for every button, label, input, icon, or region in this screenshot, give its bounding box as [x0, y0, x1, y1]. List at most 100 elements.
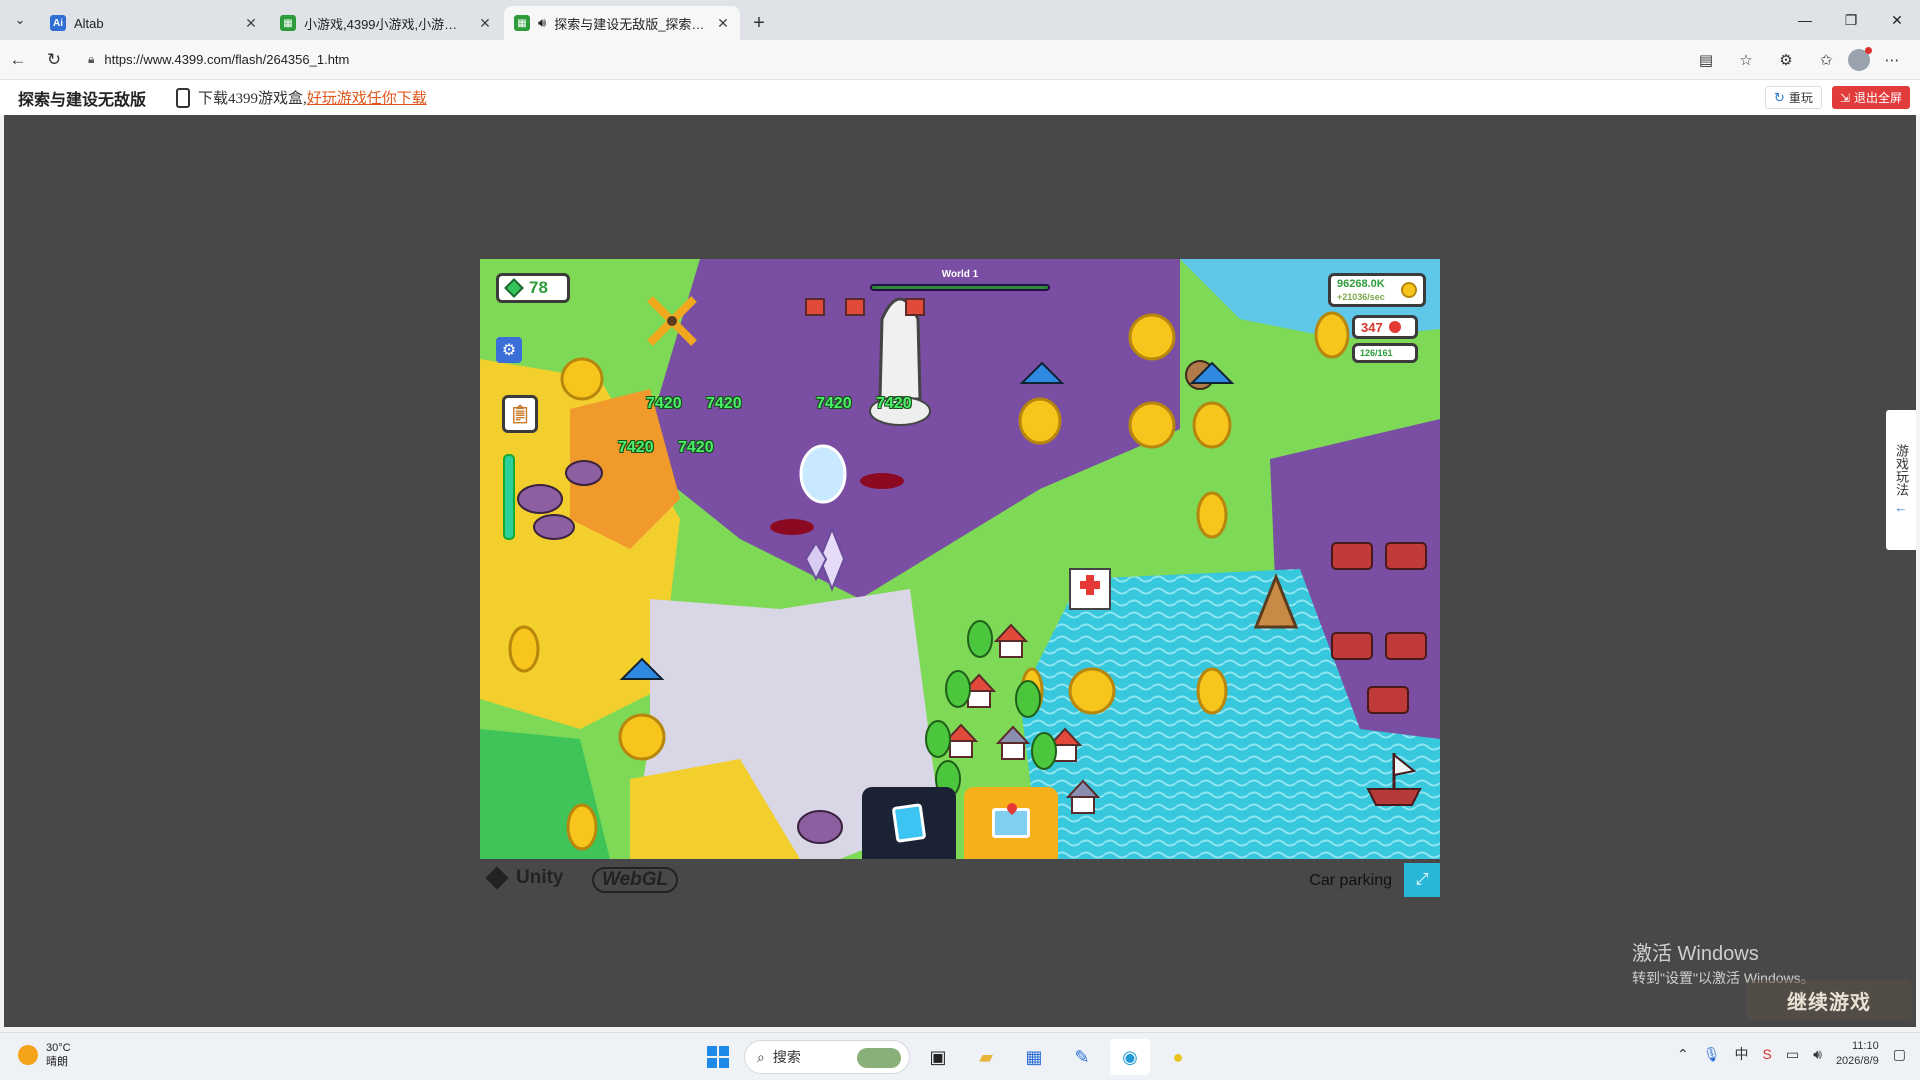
- gold-coin-icon[interactable]: [1192, 401, 1232, 449]
- dinosaur-icon[interactable]: [565, 460, 603, 486]
- extensions-icon[interactable]: ⚙︎: [1768, 44, 1804, 76]
- dinosaur-icon[interactable]: [517, 484, 563, 514]
- population-count: 126/161: [1360, 348, 1393, 358]
- gold-coin-icon[interactable]: [1196, 667, 1228, 715]
- start-windows-icon[interactable]: [700, 1039, 736, 1075]
- gold-coin-icon[interactable]: [508, 625, 540, 673]
- ime-icon[interactable]: 中: [1735, 1044, 1749, 1064]
- volume-icon[interactable]: 🔊︎: [1813, 1046, 1822, 1063]
- close-icon[interactable]: ✕: [716, 15, 730, 32]
- file-explorer-icon[interactable]: ▰: [966, 1039, 1006, 1075]
- search-icon: ⌕: [757, 1048, 765, 1065]
- notification-icon[interactable]: ▢: [1893, 1046, 1906, 1063]
- clock-time: 11:10: [1852, 1040, 1879, 1052]
- favorite-star-icon[interactable]: ☆: [1728, 44, 1764, 76]
- gold-counter[interactable]: 96268.0K +21036/sec: [1328, 273, 1426, 307]
- hospital-icon[interactable]: [1069, 568, 1111, 610]
- promo-download-link[interactable]: 好玩游戏任你下载: [307, 87, 427, 108]
- microphone-icon[interactable]: 🎙︎: [1703, 1046, 1721, 1063]
- restore-icon[interactable]: ❐: [1828, 0, 1874, 40]
- edge-browser-icon[interactable]: ◉: [1110, 1039, 1150, 1075]
- continue-game-button[interactable]: 继续游戏: [1746, 980, 1912, 1020]
- glow-crystal-icon[interactable]: [799, 444, 847, 504]
- cards-button[interactable]: [862, 787, 956, 859]
- portal-icon[interactable]: [860, 473, 904, 489]
- restart-button[interactable]: ↻ 重玩: [1765, 86, 1822, 109]
- url-field[interactable]: 🔒︎ https://www.4399.com/flash/264356_1.h…: [78, 45, 1678, 75]
- address-bar: ← ↻ 🔒︎ https://www.4399.com/flash/264356…: [0, 40, 1920, 80]
- settings-gear-icon[interactable]: ⚙: [496, 337, 522, 363]
- gem-counter[interactable]: 78: [496, 273, 570, 303]
- gold-coin-icon[interactable]: [1018, 397, 1062, 445]
- mine-cart-icon[interactable]: [1367, 686, 1409, 714]
- task-view-icon[interactable]: ▣: [918, 1039, 958, 1075]
- watermark-title: 激活 Windows: [1632, 943, 1759, 965]
- whiteboard-icon[interactable]: ✎: [1062, 1039, 1102, 1075]
- game-help-tab[interactable]: 游戏玩法 ←: [1886, 410, 1916, 550]
- game-stage: 78 ⚙ 📋︎ World 1 96268.0K +21036/sec 347 …: [4, 115, 1916, 1027]
- favorites-bar-icon[interactable]: ✩: [1808, 44, 1844, 76]
- tab-altab[interactable]: Ai Altab ✕: [40, 6, 268, 40]
- 4399-favicon-icon: ▦: [514, 15, 530, 31]
- gold-coin-icon[interactable]: [618, 713, 666, 761]
- mine-cart-icon[interactable]: [1385, 542, 1427, 570]
- gold-coin-icon[interactable]: [1314, 311, 1350, 359]
- close-icon[interactable]: ✕: [244, 15, 258, 32]
- map-button[interactable]: [964, 787, 1058, 859]
- close-icon[interactable]: ✕: [478, 15, 492, 32]
- network-icon[interactable]: ▭: [1786, 1046, 1799, 1063]
- game-canvas[interactable]: 78 ⚙ 📋︎ World 1 96268.0K +21036/sec 347 …: [480, 259, 1440, 859]
- exit-fullscreen-button[interactable]: ⇲ 退出全屏: [1831, 86, 1910, 109]
- new-tab-plus-icon[interactable]: +: [742, 6, 776, 40]
- world-progress-bar: [870, 284, 1050, 291]
- page-title: 探索与建设无敌版: [18, 91, 147, 109]
- store-icon[interactable]: ▦: [1014, 1039, 1054, 1075]
- webgl-logo: WebGL: [592, 867, 679, 893]
- fullscreen-expand-icon[interactable]: ⤢: [1404, 863, 1440, 897]
- dinosaur-icon[interactable]: [797, 810, 843, 844]
- reading-view-icon[interactable]: ▤: [1688, 44, 1724, 76]
- mine-cart-icon[interactable]: [1331, 632, 1373, 660]
- gold-coin-icon[interactable]: [1128, 401, 1176, 449]
- tab-game[interactable]: ▦ 🔊︎ 探索与建设无敌版_探索与建 ✕: [504, 6, 740, 40]
- chevron-up-icon[interactable]: ⌃: [1677, 1046, 1689, 1063]
- tab-actions-chevron-icon[interactable]: ⌄: [0, 0, 40, 40]
- lock-icon[interactable]: 🔒︎: [88, 52, 94, 67]
- gold-coin-icon[interactable]: [1196, 491, 1228, 539]
- taskbar-search[interactable]: ⌕ 搜索: [744, 1040, 910, 1074]
- gold-coin-icon[interactable]: [566, 803, 598, 851]
- game-footer-title: Car parking: [1309, 872, 1392, 889]
- minimize-icon[interactable]: —: [1782, 0, 1828, 40]
- map-icon: [992, 808, 1030, 838]
- floating-income-value: 7420: [816, 395, 852, 412]
- dinosaur-icon[interactable]: [533, 514, 575, 540]
- weather-desc: 晴朗: [46, 1056, 68, 1068]
- tab-4399-home[interactable]: ▦ 小游戏,4399小游戏,小游戏大全,双 ✕: [270, 6, 502, 40]
- mine-cart-icon[interactable]: [1331, 542, 1373, 570]
- gold-coin-icon[interactable]: [1068, 667, 1116, 715]
- floating-income-value: 7420: [876, 395, 912, 412]
- portal-icon[interactable]: [770, 519, 814, 535]
- gold-coin-icon[interactable]: [560, 357, 604, 401]
- tab-title: Altab: [74, 15, 104, 31]
- close-window-icon[interactable]: ✕: [1874, 0, 1920, 40]
- profile-avatar[interactable]: [1848, 46, 1872, 71]
- world-label: World 1: [941, 269, 979, 280]
- floating-income-value: 7420: [706, 395, 742, 412]
- refresh-icon[interactable]: ↻: [36, 44, 72, 76]
- clock[interactable]: 11:10 2026/8/9: [1836, 1039, 1879, 1069]
- more-menu-icon[interactable]: ⋯: [1874, 44, 1910, 76]
- unity-logo: Unity: [485, 866, 564, 890]
- quest-clipboard-icon[interactable]: 📋︎: [502, 395, 538, 433]
- population-counter[interactable]: 126/161: [1352, 343, 1418, 363]
- gold-coin-icon[interactable]: [1128, 313, 1176, 361]
- food-counter[interactable]: 347: [1352, 315, 1418, 339]
- security-icon[interactable]: S: [1763, 1046, 1772, 1062]
- mine-cart-icon[interactable]: [1385, 632, 1427, 660]
- tab-title: 探索与建设无敌版_探索与建: [554, 16, 708, 32]
- apple-count: 347: [1361, 319, 1383, 335]
- back-arrow-icon[interactable]: ←: [0, 44, 36, 76]
- speaker-icon[interactable]: 🔊︎: [538, 15, 546, 31]
- weather-widget[interactable]: 30°C 晴朗: [18, 1041, 71, 1069]
- minion-app-icon[interactable]: ●: [1158, 1039, 1198, 1075]
